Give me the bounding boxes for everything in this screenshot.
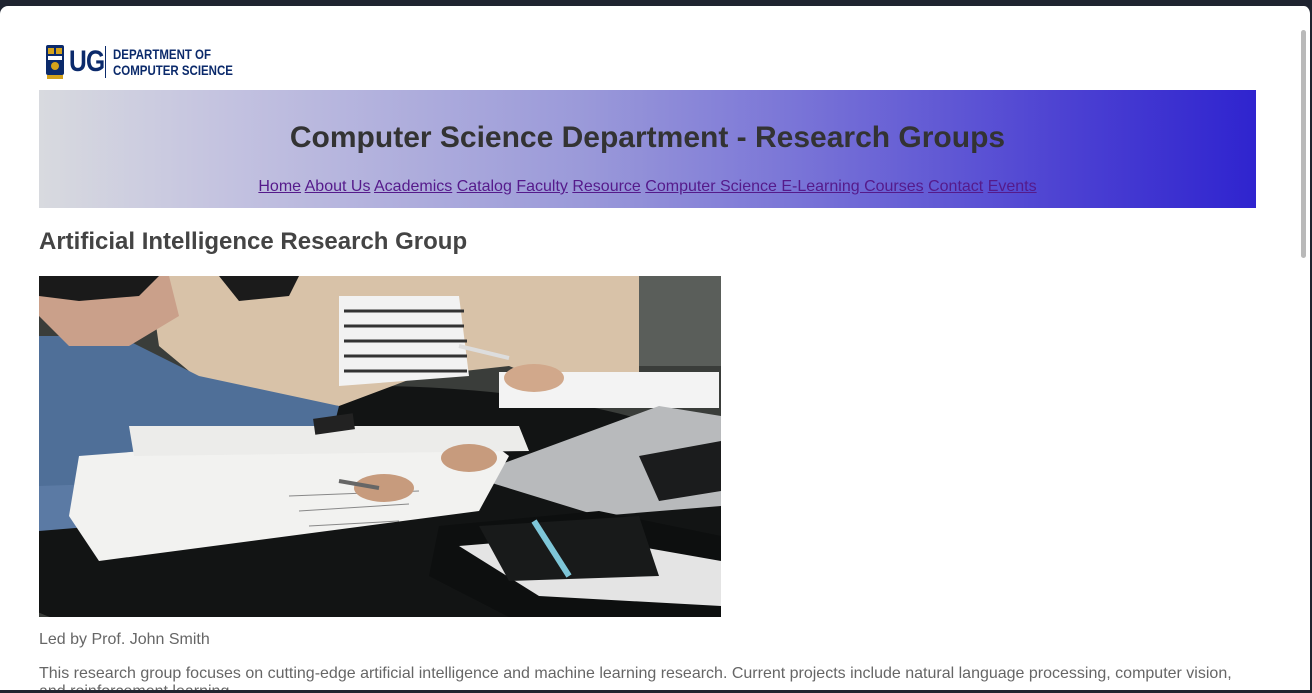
nav-link-catalog[interactable]: Catalog [457, 178, 512, 195]
nav-link-resource[interactable]: Resource [572, 178, 640, 195]
research-group-photo [39, 276, 721, 617]
logo-line-2: COMPUTER SCIENCE [113, 62, 233, 78]
nav-link-home[interactable]: Home [258, 178, 301, 195]
research-group-title: Artificial Intelligence Research Group [39, 228, 468, 255]
page-title: Computer Science Department - Research G… [289, 121, 1006, 154]
browser-viewport: UG DEPARTMENT OF COMPUTER SCIENCE Comput… [0, 6, 1312, 690]
main-navigation: Home About Us Academics Catalog Faculty … [39, 178, 1256, 196]
nav-link-academics[interactable]: Academics [374, 178, 452, 195]
logo-divider [105, 46, 106, 78]
logo-wordmark: DEPARTMENT OF COMPUTER SCIENCE [113, 46, 233, 78]
logo-line-1: DEPARTMENT OF [113, 46, 212, 62]
vertical-scrollbar[interactable] [1301, 30, 1306, 258]
students-studying-image [39, 276, 721, 617]
nav-link-faculty[interactable]: Faculty [516, 178, 568, 195]
department-logo[interactable]: UG DEPARTMENT OF COMPUTER SCIENCE [45, 42, 259, 82]
nav-link-elearning-courses[interactable]: Computer Science E-Learning Courses [645, 178, 923, 195]
nav-link-contact[interactable]: Contact [928, 178, 983, 195]
group-leader: Led by Prof. John Smith [39, 631, 210, 648]
logo-abbreviation: UG [69, 45, 105, 78]
nav-link-about-us[interactable]: About Us [305, 178, 371, 195]
group-description: This research group focuses on cutting-e… [39, 665, 1232, 690]
header-banner: Computer Science Department - Research G… [39, 90, 1256, 208]
university-crest-icon [46, 45, 64, 79]
nav-link-events[interactable]: Events [988, 178, 1037, 195]
